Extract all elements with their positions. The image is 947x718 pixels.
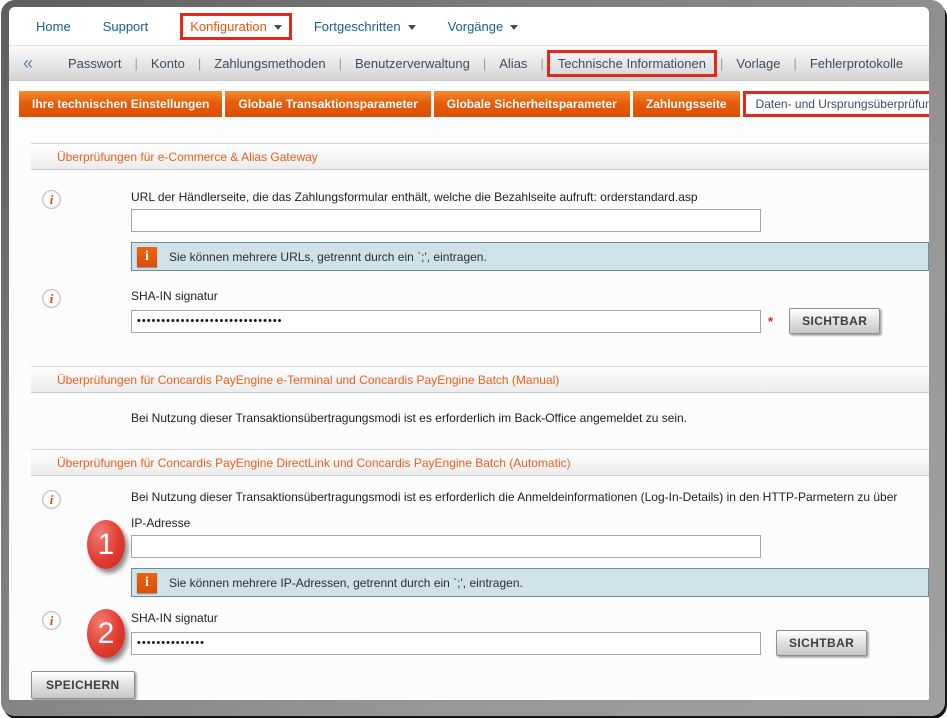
subnav-fehlerprotokolle[interactable]: Fehlerprotokolle (797, 56, 916, 71)
sha-in-ecommerce-row: i SHA-IN signatur * SICHTBAR (31, 289, 929, 334)
manual-note-row: Bei Nutzung dieser Transaktionsübertragu… (31, 411, 929, 425)
section-header-ecommerce: Überprüfungen für e-Commerce & Alias Gat… (31, 143, 929, 170)
chevron-down-icon (408, 25, 416, 30)
nav-home[interactable]: Home (36, 19, 71, 34)
url-input[interactable] (131, 209, 761, 232)
subnav-konto[interactable]: Konto (138, 56, 198, 71)
tab-globale-sicherheitsparameter[interactable]: Globale Sicherheitsparameter (434, 91, 630, 117)
sichtbar-button-directlink[interactable]: SICHTBAR (776, 630, 867, 656)
subnav-technische-informationen[interactable]: Technische Informationen (547, 50, 717, 77)
sha-in-ecommerce-label: SHA-IN signatur (131, 289, 929, 303)
automatic-note-row: i Bei Nutzung dieser Transaktionsübertra… (31, 490, 929, 504)
tab-zahlungsseite[interactable]: Zahlungsseite (633, 91, 740, 117)
config-sub-navigation: « Passwort | Konto | Zahlungsmethoden | … (9, 45, 929, 81)
speichern-button[interactable]: SPEICHERN (31, 671, 135, 699)
nav-konfiguration[interactable]: Konfiguration (180, 13, 292, 40)
manual-note-text: Bei Nutzung dieser Transaktionsübertragu… (131, 411, 929, 425)
automatic-note-text: Bei Nutzung dieser Transaktionsübertragu… (131, 490, 929, 504)
subnav-zahlungsmethoden[interactable]: Zahlungsmethoden (201, 56, 338, 71)
section-header-manual: Überprüfungen für Concardis PayEngine e-… (31, 366, 929, 393)
collapse-chevrons-icon[interactable]: « (23, 53, 33, 74)
required-marker: * (768, 314, 773, 329)
nav-vorgaenge-label: Vorgänge (448, 19, 504, 34)
tab-ihre-technischen-einstellungen[interactable]: Ihre technischen Einstellungen (19, 91, 222, 117)
nav-support[interactable]: Support (103, 19, 149, 34)
urls-hint-banner: i Sie können mehrere URLs, getrennt durc… (131, 242, 929, 271)
info-icon[interactable]: i (42, 490, 61, 509)
settings-tab-strip: Ihre technischen Einstellungen Globale T… (19, 91, 929, 117)
url-field-label: URL der Händlerseite, die das Zahlungsfo… (131, 190, 929, 204)
nav-fortgeschritten-label: Fortgeschritten (314, 19, 401, 34)
top-navigation: Home Support Konfiguration Fortgeschritt… (9, 7, 929, 45)
annotation-step-1: 1 (87, 520, 125, 569)
tab-daten-und-ursprungsueberpruefung[interactable]: Daten- und Ursprungsüberprüfung (743, 91, 929, 117)
sha-in-directlink-input[interactable] (131, 632, 761, 655)
tab-content-panel: Überprüfungen für e-Commerce & Alias Gat… (9, 143, 929, 699)
subnav-passwort[interactable]: Passwort (55, 56, 134, 71)
urls-hint-text: Sie können mehrere URLs, getrennt durch … (169, 250, 487, 264)
info-icon[interactable]: i (42, 611, 61, 630)
chevron-down-icon (510, 25, 518, 30)
info-square-icon: i (137, 247, 157, 267)
section-header-automatic: Überprüfungen für Concardis PayEngine Di… (31, 449, 929, 476)
ip-input[interactable] (131, 535, 761, 558)
ips-hint-banner: i Sie können mehrere IP-Adressen, getren… (131, 568, 929, 597)
url-field-row: i URL der Händlerseite, die das Zahlungs… (31, 190, 929, 271)
separator: | (540, 56, 543, 71)
nav-fortgeschritten[interactable]: Fortgeschritten (314, 19, 416, 34)
sha-in-directlink-label: SHA-IN signatur (131, 611, 929, 625)
ips-hint-text: Sie können mehrere IP-Adressen, getrennt… (169, 576, 523, 590)
tab-globale-transaktionsparameter[interactable]: Globale Transaktionsparameter (225, 91, 430, 117)
subnav-alias[interactable]: Alias (486, 56, 540, 71)
info-icon[interactable]: i (42, 289, 61, 308)
annotation-step-2: 2 (87, 609, 125, 658)
nav-vorgaenge[interactable]: Vorgänge (448, 19, 519, 34)
window-frame: Home Support Konfiguration Fortgeschritt… (1, 0, 945, 716)
app-window: Home Support Konfiguration Fortgeschritt… (9, 7, 929, 700)
chevron-down-icon (274, 25, 282, 30)
sha-in-directlink-row: i 2 SHA-IN signatur SICHTBAR (31, 611, 929, 656)
sha-in-ecommerce-input[interactable] (131, 310, 761, 333)
nav-konfiguration-label: Konfiguration (190, 19, 267, 34)
subnav-vorlage[interactable]: Vorlage (723, 56, 793, 71)
sichtbar-button-ecommerce[interactable]: SICHTBAR (789, 308, 880, 334)
info-icon[interactable]: i (42, 190, 61, 209)
info-square-icon: i (137, 573, 157, 593)
screenshot-stage: Home Support Konfiguration Fortgeschritt… (0, 0, 947, 718)
ip-field-row: 1 IP-Adresse i Sie können mehrere IP-Adr… (31, 516, 929, 597)
ip-field-label: IP-Adresse (131, 516, 929, 530)
subnav-benutzerverwaltung[interactable]: Benutzerverwaltung (342, 56, 483, 71)
